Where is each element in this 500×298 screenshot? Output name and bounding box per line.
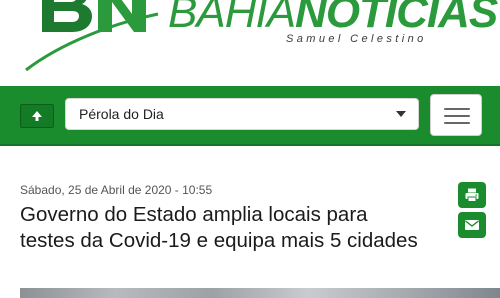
article-date: Sábado, 25 de Abril de 2020 - 10:55 xyxy=(20,183,213,197)
email-button[interactable] xyxy=(458,212,486,238)
bn-logo-icon[interactable] xyxy=(20,0,160,84)
hamburger-icon-middle xyxy=(444,115,470,117)
article-headline: Governo do Estado amplia locais para tes… xyxy=(20,203,418,252)
printer-icon xyxy=(465,188,479,202)
hamburger-icon xyxy=(444,108,470,110)
chevron-down-icon xyxy=(396,111,406,117)
brand-name-part1: BAHIA xyxy=(168,0,296,37)
article-image xyxy=(20,288,500,298)
section-select[interactable]: Pérola do Dia xyxy=(65,98,419,130)
menu-button[interactable] xyxy=(430,94,482,136)
site-header: BAHIANOTÍCIAS Samuel Celestino xyxy=(0,0,500,86)
back-to-top-button[interactable] xyxy=(20,104,54,128)
brand-tagline: Samuel Celestino xyxy=(286,33,427,45)
brand-name-part2: NOTÍCIAS xyxy=(295,0,498,37)
nav-bar: Pérola do Dia xyxy=(0,86,500,146)
hamburger-icon-bottom xyxy=(444,122,470,124)
print-button[interactable] xyxy=(458,182,486,208)
envelope-icon xyxy=(465,220,479,230)
section-select-value: Pérola do Dia xyxy=(79,106,164,122)
arrow-up-icon xyxy=(32,111,42,121)
